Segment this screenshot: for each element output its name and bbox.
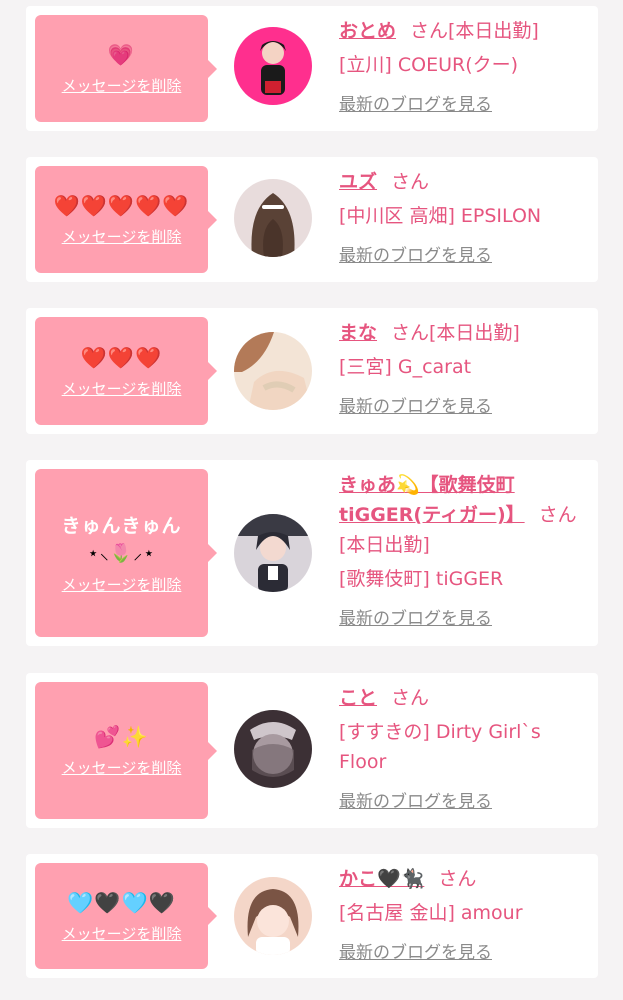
avatar-image xyxy=(234,877,312,955)
entry-info: まな さん[本日出勤] [三宮] G_carat 最新のブログを見る xyxy=(339,318,586,417)
entry-info: きゅあ💫【歌舞伎町tiGGER(ティガー)】 さん[本日出勤] [歌舞伎町] ti… xyxy=(339,470,586,629)
message-emoji: ❤️❤️❤️❤️❤️ xyxy=(53,194,190,218)
message-bubble: 💕✨ メッセージを削除 xyxy=(35,682,217,819)
view-blog-link[interactable]: 最新のブログを見る xyxy=(339,604,492,629)
message-emoji: 💕✨ xyxy=(94,725,149,749)
avatar-image xyxy=(234,514,312,592)
message-bubble: 💗 メッセージを削除 xyxy=(35,15,217,122)
list-item: 💕✨ メッセージを削除 こと さん [すすきの] Dirty Girl`s Flo… xyxy=(26,673,598,828)
delete-message-link[interactable]: メッセージを削除 xyxy=(62,75,182,96)
shop-label: [三宮] G_carat xyxy=(339,356,472,378)
name-suffix: さん xyxy=(438,868,477,890)
list-item: 🩵🖤🩵🖤 メッセージを削除 かこ🖤🐈‍⬛ さん [名古屋 金山] amour 最新… xyxy=(26,854,598,978)
title-line: こと さん xyxy=(339,683,586,713)
entry-info: かこ🖤🐈‍⬛ さん [名古屋 金山] amour 最新のブログを見る xyxy=(339,864,586,963)
delete-message-link[interactable]: メッセージを削除 xyxy=(62,923,182,944)
message-text: きゅんきゅん xyxy=(61,514,182,537)
cast-name-link[interactable]: こと xyxy=(339,687,377,709)
cast-name-link[interactable]: まな xyxy=(339,322,377,344)
avatar[interactable] xyxy=(234,514,312,592)
cast-name-link[interactable]: かこ🖤🐈‍⬛ xyxy=(339,868,424,890)
avatar[interactable] xyxy=(234,710,312,788)
avatar[interactable] xyxy=(234,27,312,105)
name-suffix: さん[本日出勤] xyxy=(391,322,520,344)
message-emoji: ❤️❤️❤️ xyxy=(80,345,163,370)
delete-message-link[interactable]: メッセージを削除 xyxy=(62,226,182,247)
shop-label: [名古屋 金山] amour xyxy=(339,902,523,924)
message-emoji: ⋆⸜🌷⸝⋆ xyxy=(87,542,156,564)
view-blog-link[interactable]: 最新のブログを見る xyxy=(339,787,492,812)
message-bubble: きゅんきゅん ⋆⸜🌷⸝⋆ メッセージを削除 xyxy=(35,469,217,637)
avatar-image xyxy=(234,332,312,410)
avatar[interactable] xyxy=(234,179,312,257)
view-blog-link[interactable]: 最新のブログを見る xyxy=(339,392,492,417)
shop-label: [中川区 高畑] EPSILON xyxy=(339,205,542,227)
list-item: きゅんきゅん ⋆⸜🌷⸝⋆ メッセージを削除 きゅあ💫【歌舞伎町tiGGER(ティ… xyxy=(26,460,598,646)
shop-label: [すすきの] Dirty Girl`s Floor xyxy=(339,721,541,773)
entry-info: ユズ さん [中川区 高畑] EPSILON 最新のブログを見る xyxy=(339,167,586,266)
message-emoji: 💗 xyxy=(107,43,136,67)
view-blog-link[interactable]: 最新のブログを見る xyxy=(339,241,492,266)
entry-info: こと さん [すすきの] Dirty Girl`s Floor 最新のブログを見る xyxy=(339,683,586,812)
list-item: 💗 メッセージを削除 おとめ さん[本日出勤] [立川] COEUR(クー) 最新… xyxy=(26,6,598,131)
view-blog-link[interactable]: 最新のブログを見る xyxy=(339,938,492,963)
title-line: おとめ さん[本日出勤] xyxy=(339,16,586,46)
avatar-image xyxy=(234,710,312,788)
title-line: かこ🖤🐈‍⬛ さん xyxy=(339,864,586,894)
avatar-image xyxy=(234,179,312,257)
message-bubble: ❤️❤️❤️❤️❤️ メッセージを削除 xyxy=(35,166,217,273)
title-line: ユズ さん xyxy=(339,167,586,197)
shop-label: [立川] COEUR(クー) xyxy=(339,54,519,76)
avatar-image xyxy=(234,27,312,105)
cast-name-link[interactable]: おとめ xyxy=(339,20,396,42)
cast-name-link[interactable]: きゅあ💫【歌舞伎町tiGGER(ティガー)】 xyxy=(339,474,525,526)
avatar[interactable] xyxy=(234,877,312,955)
entry-info: おとめ さん[本日出勤] [立川] COEUR(クー) 最新のブログを見る xyxy=(339,16,586,115)
message-list: 💗 メッセージを削除 おとめ さん[本日出勤] [立川] COEUR(クー) 最新… xyxy=(0,0,623,1000)
list-item: ❤️❤️❤️❤️❤️ メッセージを削除 ユズ さん [中川区 高畑] EPSILO… xyxy=(26,157,598,282)
name-suffix: さん xyxy=(391,171,430,193)
title-line: まな さん[本日出勤] xyxy=(339,318,586,348)
message-bubble: 🩵🖤🩵🖤 メッセージを削除 xyxy=(35,863,217,969)
shop-label: [歌舞伎町] tiGGER xyxy=(339,568,504,590)
message-emoji: 🩵🖤🩵🖤 xyxy=(67,890,176,915)
message-bubble: ❤️❤️❤️ メッセージを削除 xyxy=(35,317,217,425)
name-suffix: さん xyxy=(391,687,430,709)
delete-message-link[interactable]: メッセージを削除 xyxy=(62,378,182,399)
cast-name-link[interactable]: ユズ xyxy=(339,171,377,193)
title-line: きゅあ💫【歌舞伎町tiGGER(ティガー)】 さん[本日出勤] xyxy=(339,470,586,560)
list-item: ❤️❤️❤️ メッセージを削除 まな さん[本日出勤] [三宮] G_carat … xyxy=(26,308,598,434)
view-blog-link[interactable]: 最新のブログを見る xyxy=(339,90,492,115)
name-suffix: さん[本日出勤] xyxy=(410,20,539,42)
delete-message-link[interactable]: メッセージを削除 xyxy=(62,574,182,595)
avatar[interactable] xyxy=(234,332,312,410)
delete-message-link[interactable]: メッセージを削除 xyxy=(62,757,182,778)
